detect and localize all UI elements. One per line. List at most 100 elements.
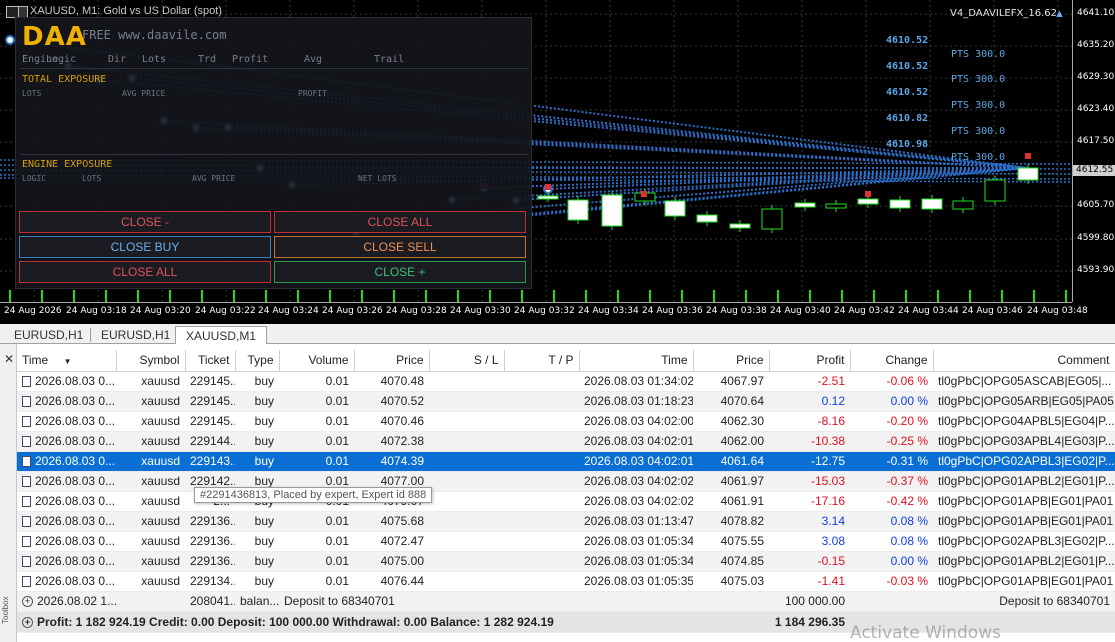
table-row[interactable]: 2026.08.03 0...xauusd229143...buy0.01407… <box>17 451 1115 472</box>
time-label: 24 Aug 03:34 <box>578 306 639 316</box>
level-price-label: 4610.52 <box>886 35 929 46</box>
table-cell: tl0gPbC|OPG01APBL2|EG01|P... <box>933 471 1115 492</box>
account-summary: Profit: 1 182 924.19 Credit: 0.00 Deposi… <box>37 614 554 629</box>
table-cell: buy <box>235 531 279 552</box>
table-row[interactable]: 2026.08.03 0...xauusd2...buy0.014079.072… <box>17 491 1115 512</box>
col-header-close-price[interactable]: Price <box>693 350 770 372</box>
table-cell: 2026.08.03 0... <box>17 431 116 452</box>
table-cell: tl0gPbC|OPG01APB|EG01|PA01 <box>933 571 1115 592</box>
candle-body <box>825 203 847 209</box>
table-cell: tl0gPbC|OPG05ARB|EG05|PA05 <box>933 391 1115 412</box>
table-cell: buy <box>235 451 279 472</box>
table-row[interactable]: 2026.08.03 0...xauusd229145...buy0.01407… <box>17 411 1115 432</box>
table-cell: -0.37 % <box>850 471 933 492</box>
current-price-marker: 4612.55 <box>1073 165 1115 176</box>
close-all-top-button[interactable]: CLOSE ALL <box>274 211 526 233</box>
pts-label: PTS 300.0 <box>951 152 1006 163</box>
candle-body <box>537 195 559 200</box>
time-label: 24 Aug 03:40 <box>770 306 831 316</box>
table-cell: 2026.08.03 0... <box>17 491 116 512</box>
close-icon[interactable]: ✕ <box>4 352 14 366</box>
table-cell: 0.01 <box>279 371 354 392</box>
price-label: 4641.10 <box>1077 8 1115 18</box>
document-icon <box>22 556 31 568</box>
chart-tabs: EURUSD,H1 EURUSD,H1 XAUUSD,M1 <box>0 324 1115 344</box>
panel-header-lots: Lots <box>142 54 167 65</box>
col-header-symbol[interactable]: Symbol <box>116 350 186 372</box>
document-icon <box>22 396 31 408</box>
col-header-change[interactable]: Change <box>850 350 934 372</box>
table-cell <box>504 371 579 392</box>
col-header-comment[interactable]: Comment <box>933 350 1115 372</box>
col-header-volume[interactable]: Volume <box>279 350 355 372</box>
table-cell <box>504 531 579 552</box>
price-label: 4623.40 <box>1077 104 1115 114</box>
table-cell: -0.03 % <box>850 571 933 592</box>
col-header-profit[interactable]: Profit <box>769 350 851 372</box>
cell-time: 2026.08.03 0... <box>35 574 116 588</box>
lots-label: LOTS <box>22 89 42 98</box>
time-label: 24 Aug 03:38 <box>706 306 767 316</box>
table-row[interactable]: 2026.08.03 0...xauusd229136...buy0.01407… <box>17 511 1115 532</box>
tab-eurusd-h1-first[interactable]: EURUSD,H1 <box>4 326 93 344</box>
col-header-time[interactable]: Time ▼ <box>17 350 117 372</box>
col-header-ticket[interactable]: Ticket <box>185 350 236 372</box>
close-buy-button[interactable]: CLOSE BUY <box>19 236 271 258</box>
time-label: 24 Aug 03:26 <box>322 306 383 316</box>
tab-eurusd-h1-second[interactable]: EURUSD,H1 <box>91 326 180 344</box>
col-header-tp[interactable]: T / P <box>504 350 580 372</box>
close-sell-button[interactable]: CLOSE SELL <box>274 236 526 258</box>
table-row[interactable]: 2026.08.03 0...xauusd229142...buy0.01407… <box>17 471 1115 492</box>
col-header-sl[interactable]: S / L <box>429 350 505 372</box>
table-cell: 2026.08.03 04:02:00 <box>579 411 693 432</box>
table-cell: 2026.08.03 0... <box>17 511 116 532</box>
table-row[interactable]: 2026.08.03 0...xauusd229145...buy0.01407… <box>17 371 1115 392</box>
trade-history-table: Time ▼ Symbol Ticket Type Volume Price S… <box>17 350 1115 633</box>
table-row[interactable]: 2026.08.03 0...xauusd229136...buy0.01407… <box>17 551 1115 572</box>
table-cell: -0.06 % <box>850 371 933 392</box>
table-cell <box>429 511 504 532</box>
table-cell: 4061.91 <box>693 491 769 512</box>
close-plus-button[interactable]: CLOSE + <box>274 261 526 283</box>
cell-time: 2026.08.03 0... <box>35 454 116 468</box>
table-cell: 2026.08.03 04:02:01 <box>579 451 693 472</box>
order-marker <box>1025 153 1031 159</box>
table-row[interactable]: 2026.08.03 0...xauusd229145...buy0.01407… <box>17 391 1115 412</box>
table-row[interactable]: 2026.08.03 0...xauusd229136...buy0.01407… <box>17 531 1115 552</box>
table-cell <box>504 491 579 512</box>
table-cell: 4072.47 <box>354 531 429 552</box>
table-cell: xauusd <box>116 431 185 452</box>
table-cell: 2026.08.03 0... <box>17 391 116 412</box>
table-cell: +2026.08.02 1... <box>17 591 116 612</box>
table-row[interactable]: 2026.08.03 0...xauusd229144...buy0.01407… <box>17 431 1115 452</box>
panel-header-trail: Trail <box>374 54 405 65</box>
document-icon <box>22 436 31 448</box>
table-cell: -0.42 % <box>850 491 933 512</box>
close-minus-button[interactable]: CLOSE - <box>19 211 271 233</box>
close-all-button[interactable]: CLOSE ALL <box>19 261 271 283</box>
col-header-price[interactable]: Price <box>354 350 430 372</box>
table-cell: 2026.08.03 01:34:02 <box>579 371 693 392</box>
cell-time: 2026.08.03 0... <box>35 474 116 488</box>
col-header-close-time[interactable]: Time <box>579 350 694 372</box>
table-cell: 229145... <box>185 371 235 392</box>
table-cell: xauusd <box>116 491 185 512</box>
table-cell: 2026.08.03 01:05:35 <box>579 571 693 592</box>
table-cell: 229145... <box>185 411 235 432</box>
table-cell: 0.00 % <box>850 391 933 412</box>
table-cell: 4070.48 <box>354 371 429 392</box>
table-cell: xauusd <box>116 471 185 492</box>
price-chart[interactable]: XAUUSD, M1: Gold vs US Dollar (spot) V4_… <box>0 0 1115 324</box>
engine-net-lots-label: NET LOTS <box>358 174 397 183</box>
col-header-type[interactable]: Type <box>235 350 280 372</box>
table-cell: 2026.08.03 04:02:02 <box>579 471 693 492</box>
tab-xauusd-m1[interactable]: XAUUSD,M1 <box>175 326 268 344</box>
table-cell <box>504 411 579 432</box>
table-cell: xauusd <box>116 511 185 532</box>
deposit-row[interactable]: +2026.08.02 1...208041...balan...Deposit… <box>17 591 1115 612</box>
table-cell: 4061.97 <box>693 471 769 492</box>
table-cell: 4075.68 <box>354 511 429 532</box>
free-website-text: FREE www.daavile.com <box>82 28 227 42</box>
table-cell: 4070.46 <box>354 411 429 432</box>
table-row[interactable]: 2026.08.03 0...xauusd229134...buy0.01407… <box>17 571 1115 592</box>
